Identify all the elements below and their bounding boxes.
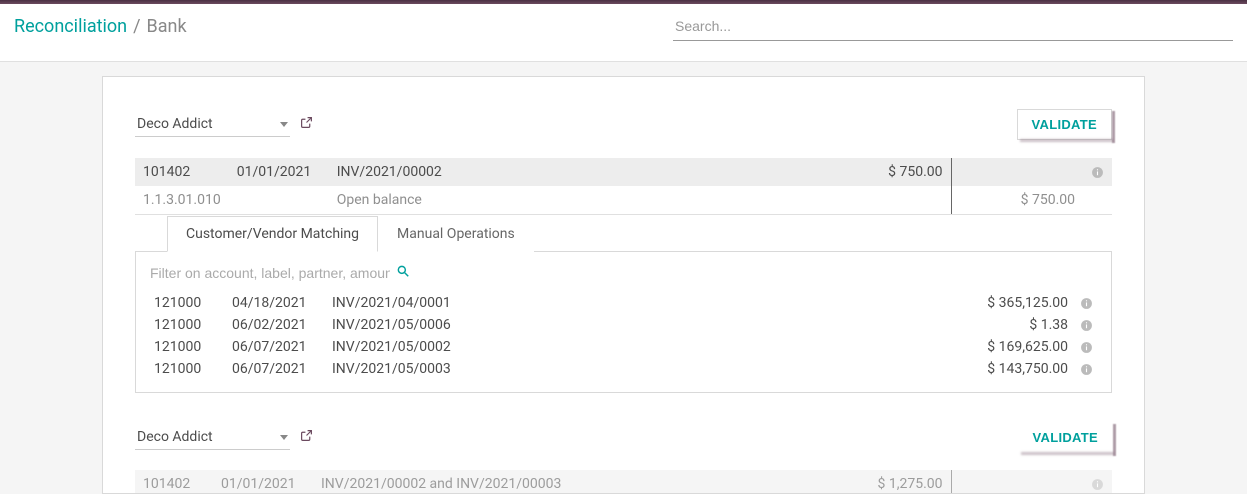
cell-account: 1.1.3.01.010 bbox=[135, 186, 229, 215]
info-icon[interactable] bbox=[1080, 297, 1093, 310]
info-icon[interactable] bbox=[1080, 319, 1093, 332]
block-header: Deco Addict VALIDATE bbox=[135, 423, 1112, 452]
info-icon[interactable] bbox=[1091, 478, 1104, 491]
search-icon[interactable] bbox=[396, 264, 410, 282]
external-link-icon[interactable] bbox=[300, 116, 313, 133]
filter-input[interactable] bbox=[150, 265, 390, 281]
filter-row bbox=[148, 260, 1099, 292]
match-row[interactable]: 121000 04/18/2021 INV/2021/04/0001 $ 365… bbox=[148, 292, 1099, 314]
breadcrumb-separator: / bbox=[133, 16, 140, 37]
match-table: 121000 04/18/2021 INV/2021/04/0001 $ 365… bbox=[148, 292, 1099, 380]
info-icon[interactable] bbox=[1091, 166, 1104, 179]
cell-amount-right bbox=[973, 158, 1083, 186]
cell-ref: Open balance bbox=[329, 186, 841, 215]
cell-amount: $ 143,750.00 bbox=[944, 358, 1074, 380]
search-wrap bbox=[673, 12, 1233, 41]
external-link-icon[interactable] bbox=[300, 429, 313, 446]
cell-date: 06/07/2021 bbox=[226, 358, 326, 380]
reconcile-block: Deco Addict VALIDATE 101402 01/01/2021 I… bbox=[103, 423, 1144, 493]
partner-select[interactable]: Deco Addict bbox=[135, 112, 290, 137]
cell-amount-right bbox=[973, 470, 1083, 493]
tab-manual-operations[interactable]: Manual Operations bbox=[378, 216, 534, 252]
info-icon[interactable] bbox=[1080, 341, 1093, 354]
ledger-row-sub[interactable]: 1.1.3.01.010 Open balance $ 750.00 bbox=[135, 186, 1112, 215]
match-panel: 121000 04/18/2021 INV/2021/04/0001 $ 365… bbox=[135, 251, 1112, 393]
cell-amount: $ 750.00 bbox=[841, 158, 951, 186]
tabs: Customer/Vendor Matching Manual Operatio… bbox=[167, 215, 1112, 251]
cell-amount: $ 169,625.00 bbox=[944, 336, 1074, 358]
cell-date: 01/01/2021 bbox=[213, 470, 313, 493]
cell-account: 121000 bbox=[148, 358, 226, 380]
cell-date: 06/02/2021 bbox=[226, 314, 326, 336]
tab-customer-vendor-matching[interactable]: Customer/Vendor Matching bbox=[167, 216, 378, 252]
page-header: Reconciliation / Bank bbox=[0, 4, 1247, 62]
cell-date: 06/07/2021 bbox=[226, 336, 326, 358]
cell-amount bbox=[841, 186, 951, 215]
cell-amount-right: $ 750.00 bbox=[973, 186, 1083, 215]
cell-ref: INV/2021/05/0002 bbox=[326, 336, 944, 358]
cell-account: 101402 bbox=[135, 470, 213, 493]
chevron-down-icon bbox=[280, 122, 288, 127]
cell-info bbox=[1083, 158, 1112, 186]
info-icon[interactable] bbox=[1080, 363, 1093, 376]
partner-name: Deco Addict bbox=[137, 429, 213, 445]
cell-amount: $ 365,125.00 bbox=[944, 292, 1074, 314]
breadcrumb: Reconciliation / Bank bbox=[14, 16, 187, 37]
block-header: Deco Addict VALIDATE bbox=[135, 109, 1112, 140]
reconcile-block: Deco Addict VALIDATE 101402 01/01/2021 I… bbox=[103, 109, 1144, 423]
ledger-row-main[interactable]: 101402 01/01/2021 INV/2021/00002 and INV… bbox=[135, 470, 1112, 493]
partner-select[interactable]: Deco Addict bbox=[135, 425, 290, 450]
cell-account: 101402 bbox=[135, 158, 229, 186]
cell-info bbox=[1083, 470, 1112, 493]
spacer bbox=[951, 470, 973, 493]
partner-name: Deco Addict bbox=[137, 116, 213, 132]
chevron-down-icon bbox=[280, 435, 288, 440]
ledger-table: 101402 01/01/2021 INV/2021/00002 and INV… bbox=[135, 470, 1112, 493]
cell-amount: $ 1,275.00 bbox=[841, 470, 951, 493]
spacer bbox=[951, 186, 973, 215]
ledger-row-main[interactable]: 101402 01/01/2021 INV/2021/00002 $ 750.0… bbox=[135, 158, 1112, 186]
cell-account: 121000 bbox=[148, 336, 226, 358]
cell-date: 04/18/2021 bbox=[226, 292, 326, 314]
cell-ref: INV/2021/04/0001 bbox=[326, 292, 944, 314]
cell-amount: $ 1.38 bbox=[944, 314, 1074, 336]
match-row[interactable]: 121000 06/07/2021 INV/2021/05/0003 $ 143… bbox=[148, 358, 1099, 380]
cell-account: 121000 bbox=[148, 314, 226, 336]
cell-ref: INV/2021/00002 and INV/2021/00003 bbox=[313, 470, 841, 493]
cell-ref: INV/2021/05/0006 bbox=[326, 314, 944, 336]
match-row[interactable]: 121000 06/02/2021 INV/2021/05/0006 $ 1.3… bbox=[148, 314, 1099, 336]
cell-date: 01/01/2021 bbox=[229, 158, 329, 186]
match-row[interactable]: 121000 06/07/2021 INV/2021/05/0002 $ 169… bbox=[148, 336, 1099, 358]
breadcrumb-link-reconciliation[interactable]: Reconciliation bbox=[14, 16, 127, 37]
cell-ref: INV/2021/05/0003 bbox=[326, 358, 944, 380]
cell-ref: INV/2021/00002 bbox=[329, 158, 841, 186]
cell-info bbox=[1083, 186, 1112, 215]
body-area: Deco Addict VALIDATE 101402 01/01/2021 I… bbox=[0, 62, 1247, 494]
validate-button[interactable]: VALIDATE bbox=[1019, 423, 1112, 452]
ledger-table: 101402 01/01/2021 INV/2021/00002 $ 750.0… bbox=[135, 158, 1112, 215]
validate-button[interactable]: VALIDATE bbox=[1017, 109, 1112, 140]
cell-account: 121000 bbox=[148, 292, 226, 314]
spacer bbox=[951, 158, 973, 186]
breadcrumb-current: Bank bbox=[147, 16, 187, 37]
search-input[interactable] bbox=[673, 12, 1233, 41]
reconciliation-card: Deco Addict VALIDATE 101402 01/01/2021 I… bbox=[102, 76, 1145, 494]
cell-date bbox=[229, 186, 329, 215]
